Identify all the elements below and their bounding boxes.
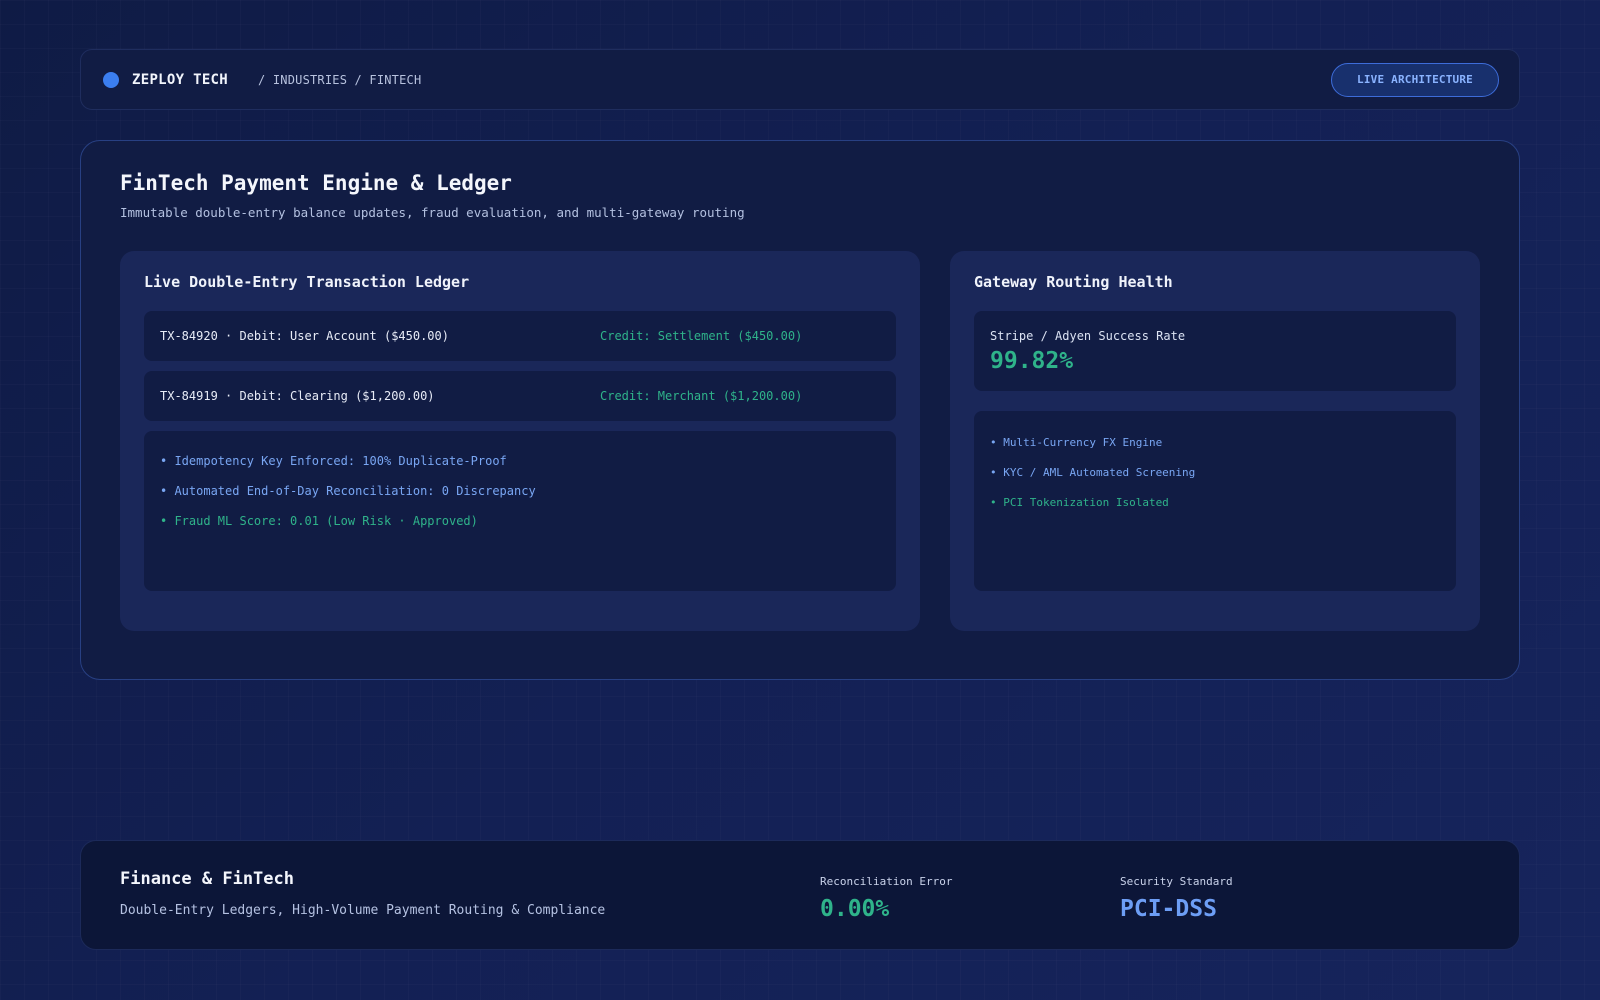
metric-value: 0.00%: [820, 896, 890, 922]
ledger-row-credit: Credit: Settlement ($450.00): [600, 329, 803, 343]
top-navigation-bar: ZEPLOY TECH / INDUSTRIES / FINTECH LIVE …: [80, 49, 1520, 110]
metric-label: Security Standard: [1120, 875, 1233, 888]
feature-item-kyc: • KYC / AML Automated Screening: [990, 466, 1196, 479]
gateway-health-panel: Gateway Routing Health Stripe / Adyen Su…: [950, 251, 1480, 631]
gateway-panel-title: Gateway Routing Health: [974, 273, 1173, 291]
industry-title: Finance & FinTech: [120, 869, 294, 889]
brand-logo-dot-icon: [103, 71, 119, 88]
gateway-features-box: • Multi-Currency FX Engine • KYC / AML A…: [974, 411, 1456, 591]
metric-value: PCI-DSS: [1120, 896, 1217, 922]
ledger-row-credit: Credit: Merchant ($1,200.00): [600, 389, 803, 403]
success-rate-label: Stripe / Adyen Success Rate: [990, 329, 1186, 343]
transaction-ledger-panel: Live Double-Entry Transaction Ledger TX-…: [120, 251, 920, 631]
ledger-info-box: • Idempotency Key Enforced: 100% Duplica…: [144, 431, 896, 591]
metric-label: Reconciliation Error: [820, 875, 953, 888]
info-item-fraud-score: • Fraud ML Score: 0.01 (Low Risk · Appro…: [160, 514, 478, 528]
ledger-row: TX-84920 · Debit: User Account ($450.00)…: [144, 311, 896, 361]
page-subtitle: Immutable double-entry balance updates, …: [120, 205, 745, 220]
ledger-row: TX-84919 · Debit: Clearing ($1,200.00) C…: [144, 371, 896, 421]
live-architecture-button[interactable]: LIVE ARCHITECTURE: [1331, 62, 1499, 97]
metric-reconciliation-error: Reconciliation Error 0.00%: [820, 875, 952, 922]
info-item-reconciliation: • Automated End-of-Day Reconciliation: 0…: [160, 484, 536, 498]
breadcrumb[interactable]: / INDUSTRIES / FINTECH: [258, 73, 421, 87]
feature-item-pci: • PCI Tokenization Isolated: [990, 496, 1169, 509]
brand-name[interactable]: ZEPLOY TECH: [132, 72, 228, 88]
page-title: FinTech Payment Engine & Ledger: [120, 171, 512, 195]
metric-security-standard: Security Standard PCI-DSS: [1120, 875, 1233, 922]
ledger-row-debit: TX-84920 · Debit: User Account ($450.00): [160, 329, 449, 343]
payment-engine-card: FinTech Payment Engine & Ledger Immutabl…: [80, 140, 1520, 680]
success-rate-box: Stripe / Adyen Success Rate 99.82%: [974, 311, 1456, 391]
industry-summary-card: Finance & FinTech Double-Entry Ledgers, …: [80, 840, 1520, 950]
info-item-idempotency: • Idempotency Key Enforced: 100% Duplica…: [160, 454, 507, 468]
ledger-panel-title: Live Double-Entry Transaction Ledger: [144, 273, 470, 291]
feature-item-fx: • Multi-Currency FX Engine: [990, 436, 1163, 449]
industry-subtitle: Double-Entry Ledgers, High-Volume Paymen…: [120, 903, 606, 918]
success-rate-value: 99.82%: [990, 348, 1074, 374]
ledger-row-debit: TX-84919 · Debit: Clearing ($1,200.00): [160, 389, 435, 403]
